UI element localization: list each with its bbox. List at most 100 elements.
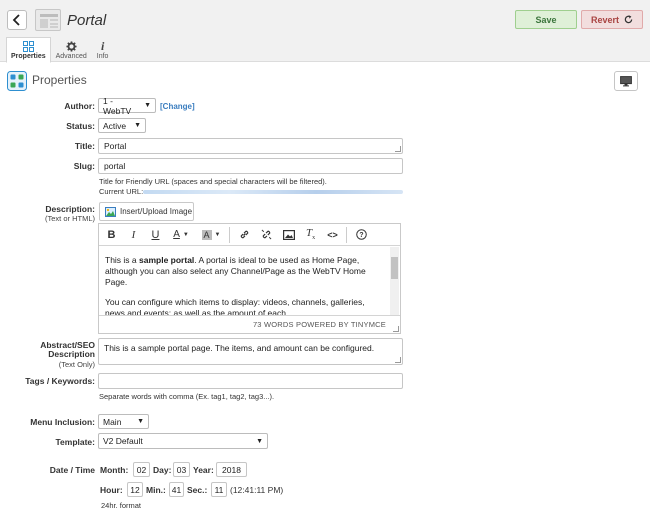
second-label: Sec.: (187, 485, 208, 495)
minute-label: Min.: (146, 485, 166, 495)
hour-value: 12 (130, 484, 140, 495)
slug-input[interactable]: portal (98, 158, 403, 174)
image-icon (105, 206, 116, 217)
resize-handle-icon[interactable] (395, 357, 401, 363)
title-input-value: Portal (104, 141, 127, 151)
current-url-label: Current URL: (99, 187, 144, 196)
second-value: 11 (214, 484, 224, 495)
minute-input[interactable]: 41 (169, 482, 184, 497)
underline-button[interactable]: U (147, 226, 164, 244)
insert-upload-image-label: Insert/Upload Image (120, 207, 193, 216)
highlight-icon: A (201, 229, 212, 240)
revert-button-label: Revert (590, 14, 619, 25)
author-select[interactable]: 1 - WebTV ▼ (98, 95, 156, 116)
tags-input[interactable] (98, 373, 403, 389)
title-input[interactable]: Portal (98, 138, 403, 154)
tab-advanced[interactable]: Advanced (51, 37, 92, 62)
scroll-thumb[interactable] (391, 257, 398, 279)
hour-input[interactable]: 12 (127, 482, 143, 497)
title-label: Title: (74, 141, 95, 151)
source-code-button[interactable]: <> (324, 226, 341, 244)
hour-label: Hour: (100, 485, 123, 495)
resize-handle-icon[interactable] (395, 146, 401, 152)
tab-properties[interactable]: Properties (6, 37, 51, 63)
revert-button[interactable]: Revert (581, 10, 643, 29)
preview-button[interactable] (614, 71, 638, 91)
menu-inclusion-value: Main (103, 416, 122, 427)
tab-bar: Properties Advanced i Info (6, 37, 114, 63)
menu-inclusion-select[interactable]: Main ▼ (98, 414, 149, 429)
abstract-label-line2: Description (48, 349, 95, 359)
caret-down-icon: ▼ (134, 122, 141, 129)
datetime-label: Date / Time (49, 465, 95, 475)
slug-input-value: portal (104, 161, 126, 171)
gear-icon (66, 41, 77, 52)
help-button[interactable]: ? (353, 226, 370, 244)
abstract-sublabel: (Text Only) (58, 360, 95, 369)
abstract-value: This is a sample portal page. The items,… (104, 343, 375, 353)
status-label: Status: (66, 121, 95, 131)
help-icon: ? (356, 229, 367, 240)
editor-paragraph-2: You can configure which items to display… (105, 297, 365, 315)
background-color-button[interactable]: A ▼ (198, 226, 224, 244)
editor-content[interactable]: This is a sample portal. A portal is ide… (99, 247, 391, 315)
day-value: 03 (176, 464, 187, 475)
rich-text-editor[interactable]: B I U A ▼ A ▼ Tx <> ? This is a sample p… (98, 223, 401, 334)
menu-inclusion-label: Menu Inclusion: (30, 417, 95, 427)
page-header: Portal Save Revert Properties Advanced i… (0, 0, 650, 63)
current-url-value (143, 190, 403, 194)
author-select-value: 1 - WebTV (103, 95, 132, 116)
text-color-button[interactable]: A ▼ (169, 226, 193, 244)
author-label: Author: (64, 101, 95, 111)
day-label: Day: (153, 465, 172, 475)
abstract-textarea[interactable]: This is a sample portal page. The items,… (98, 338, 403, 365)
second-input[interactable]: 11 (211, 482, 227, 497)
time-display: (12:41:11 PM) (230, 485, 284, 495)
minute-value: 41 (171, 484, 182, 495)
clear-format-icon: Tx (305, 227, 316, 242)
clear-formatting-button[interactable]: Tx (302, 226, 319, 244)
year-input[interactable]: 2018 (216, 462, 247, 477)
link-icon (240, 230, 249, 239)
month-label: Month: (100, 465, 129, 475)
caret-down-icon: ▼ (182, 231, 189, 238)
back-button[interactable] (7, 10, 27, 30)
editor-paragraph-1: This is a sample portal. A portal is ide… (105, 255, 366, 287)
tab-info[interactable]: i Info (92, 37, 114, 62)
remove-link-button[interactable] (258, 226, 275, 244)
month-input[interactable]: 02 (133, 462, 150, 477)
section-title: Properties (32, 73, 87, 87)
monitor-icon (620, 75, 632, 86)
italic-button[interactable]: I (125, 226, 142, 244)
insert-link-button[interactable] (236, 226, 253, 244)
caret-down-icon: ▼ (144, 102, 151, 109)
year-value: 2018 (222, 464, 241, 475)
insert-upload-image-button[interactable]: Insert/Upload Image (99, 202, 194, 221)
caret-down-icon: ▼ (256, 437, 263, 445)
page-type-icon (35, 9, 61, 31)
word-count: 73 WORDS POWERED BY TINYMCE (252, 320, 386, 329)
bold-button[interactable]: B (103, 226, 120, 244)
month-value: 02 (136, 464, 147, 475)
author-change-link[interactable]: [Change] (160, 102, 195, 111)
description-label: Description: (45, 204, 95, 214)
description-sublabel: (Text or HTML) (44, 214, 95, 223)
caret-down-icon: ▼ (137, 418, 144, 425)
image-icon (282, 229, 295, 240)
day-input[interactable]: 03 (173, 462, 190, 477)
save-button[interactable]: Save (515, 10, 577, 29)
tags-label: Tags / Keywords: (25, 376, 95, 386)
text-color-icon: A (173, 229, 180, 240)
insert-image-button[interactable] (280, 226, 297, 244)
year-label: Year: (193, 465, 214, 475)
unlink-icon (261, 229, 272, 240)
resize-handle-icon[interactable] (393, 326, 399, 332)
chevron-left-icon (12, 14, 20, 26)
status-select[interactable]: Active ▼ (98, 118, 146, 133)
refresh-icon (624, 15, 633, 24)
editor-scrollbar[interactable] (390, 247, 399, 315)
toolbar-divider (346, 226, 347, 243)
template-select[interactable]: V2 Default ▼ (98, 433, 268, 449)
toolbar-divider (229, 226, 230, 243)
svg-text:?: ? (359, 232, 363, 239)
